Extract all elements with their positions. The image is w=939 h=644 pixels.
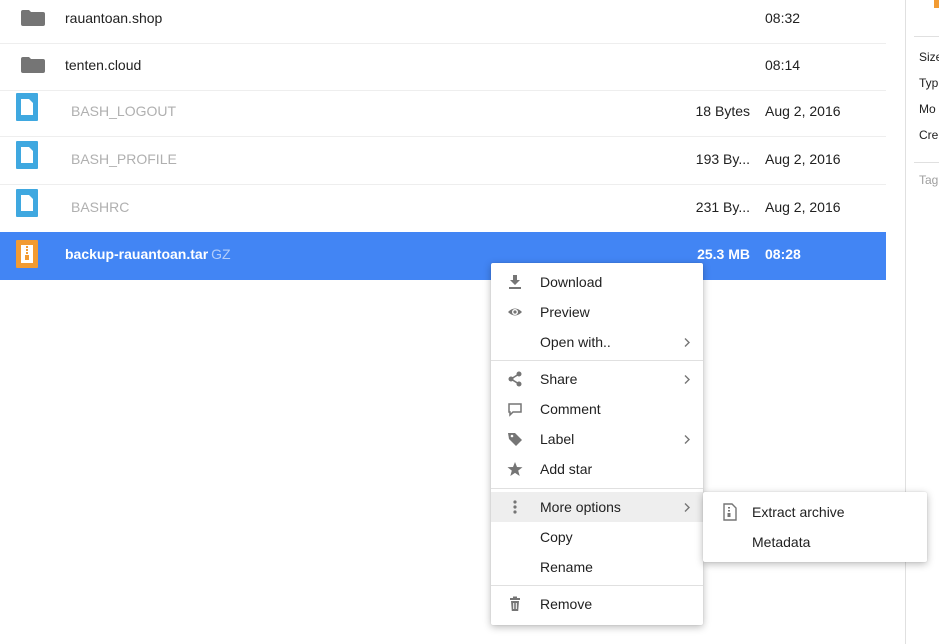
more-vertical-icon <box>513 500 517 514</box>
context-menu: Download Preview Open with.. Share Comme… <box>491 263 703 625</box>
more-options-submenu: Extract archive Metadata <box>703 492 927 562</box>
menu-item-label: Open with.. <box>540 334 611 350</box>
file-size: 25.3 MB <box>697 246 750 262</box>
file-row[interactable]: BASHRC 231 By... Aug 2, 2016 <box>0 185 886 233</box>
details-created-label: Cre <box>919 128 939 142</box>
file-modified: Aug 2, 2016 <box>765 199 841 215</box>
menu-item-label: Label <box>540 431 575 447</box>
menu-divider <box>491 488 703 489</box>
menu-item-label: Share <box>540 371 578 387</box>
chevron-right-icon <box>684 338 690 347</box>
chevron-right-icon <box>684 435 690 444</box>
file-modified: Aug 2, 2016 <box>765 103 841 119</box>
file-row[interactable]: BASH_LOGOUT 18 Bytes Aug 2, 2016 <box>0 89 886 137</box>
file-name: tenten.cloud <box>65 57 142 73</box>
file-name: BASH_LOGOUT <box>71 103 177 119</box>
menu-item-label: Extract archive <box>752 504 845 520</box>
share-icon <box>508 371 522 387</box>
menu-divider <box>491 360 703 361</box>
folder-icon <box>21 10 45 26</box>
menu-item-label: Download <box>540 274 603 290</box>
archive-file-icon <box>723 503 737 521</box>
divider <box>914 36 939 37</box>
document-icon <box>16 93 38 121</box>
file-name: BASHRC <box>71 199 130 215</box>
menu-item-more-options[interactable]: More options <box>491 492 703 522</box>
menu-item-download[interactable]: Download <box>491 267 703 297</box>
file-modified: 08:28 <box>765 246 801 262</box>
star-icon <box>507 462 523 476</box>
menu-item-add-star[interactable]: Add star <box>491 454 703 484</box>
file-size: 231 By... <box>695 199 750 215</box>
menu-item-extract-archive[interactable]: Extract archive <box>703 497 927 527</box>
file-type-thumbnail <box>934 0 939 8</box>
menu-item-open-with[interactable]: Open with.. <box>491 327 703 357</box>
file-row-folder[interactable]: tenten.cloud 08:14 <box>0 43 886 91</box>
menu-item-remove[interactable]: Remove <box>491 589 703 619</box>
file-size: 18 Bytes <box>695 103 750 119</box>
details-modified-label: Mo <box>919 102 936 116</box>
details-type-label: Typ <box>919 76 939 90</box>
menu-item-label: Remove <box>540 596 593 612</box>
download-icon <box>509 275 521 289</box>
chevron-right-icon <box>684 375 690 384</box>
file-name: rauantoan.shop <box>65 10 163 26</box>
file-modified: Aug 2, 2016 <box>765 151 841 167</box>
file-row-selected[interactable]: backup-rauantoan.tar GZ 25.3 MB 08:28 <box>0 232 886 280</box>
tag-icon <box>508 433 522 446</box>
menu-item-metadata[interactable]: Metadata <box>703 527 927 557</box>
menu-item-label: More options <box>540 499 621 515</box>
file-modified: 08:14 <box>765 57 801 73</box>
file-row[interactable]: BASH_PROFILE 193 By... Aug 2, 2016 <box>0 137 886 185</box>
file-size: 193 By... <box>695 151 750 167</box>
menu-divider <box>491 585 703 586</box>
details-tags-input[interactable]: Tag <box>919 173 938 187</box>
eye-icon <box>508 308 522 316</box>
menu-item-label: Metadata <box>752 534 811 550</box>
menu-item-label-tag[interactable]: Label <box>491 424 703 454</box>
file-name: backup-rauantoan.tar GZ <box>65 246 231 262</box>
comment-icon <box>508 403 522 417</box>
menu-item-copy[interactable]: Copy <box>491 522 703 552</box>
details-size-label: Size <box>919 50 939 64</box>
menu-item-label: Preview <box>540 304 590 320</box>
document-icon <box>16 141 38 169</box>
trash-icon <box>510 596 520 611</box>
folder-icon <box>21 57 45 73</box>
menu-item-label: Rename <box>540 559 593 575</box>
menu-item-share[interactable]: Share <box>491 364 703 394</box>
document-icon <box>16 189 38 217</box>
divider <box>914 162 939 163</box>
archive-icon <box>16 240 38 268</box>
menu-item-comment[interactable]: Comment <box>491 394 703 424</box>
menu-item-preview[interactable]: Preview <box>491 297 703 327</box>
menu-item-label: Comment <box>540 401 601 417</box>
chevron-right-icon <box>684 503 690 512</box>
file-row-folder[interactable]: rauantoan.shop 08:32 <box>0 0 886 44</box>
file-extension: GZ <box>211 246 231 262</box>
menu-item-label: Add star <box>540 461 593 477</box>
file-name: BASH_PROFILE <box>71 151 177 167</box>
file-modified: 08:32 <box>765 10 801 26</box>
menu-item-rename[interactable]: Rename <box>491 552 703 582</box>
menu-item-label: Copy <box>540 529 573 545</box>
